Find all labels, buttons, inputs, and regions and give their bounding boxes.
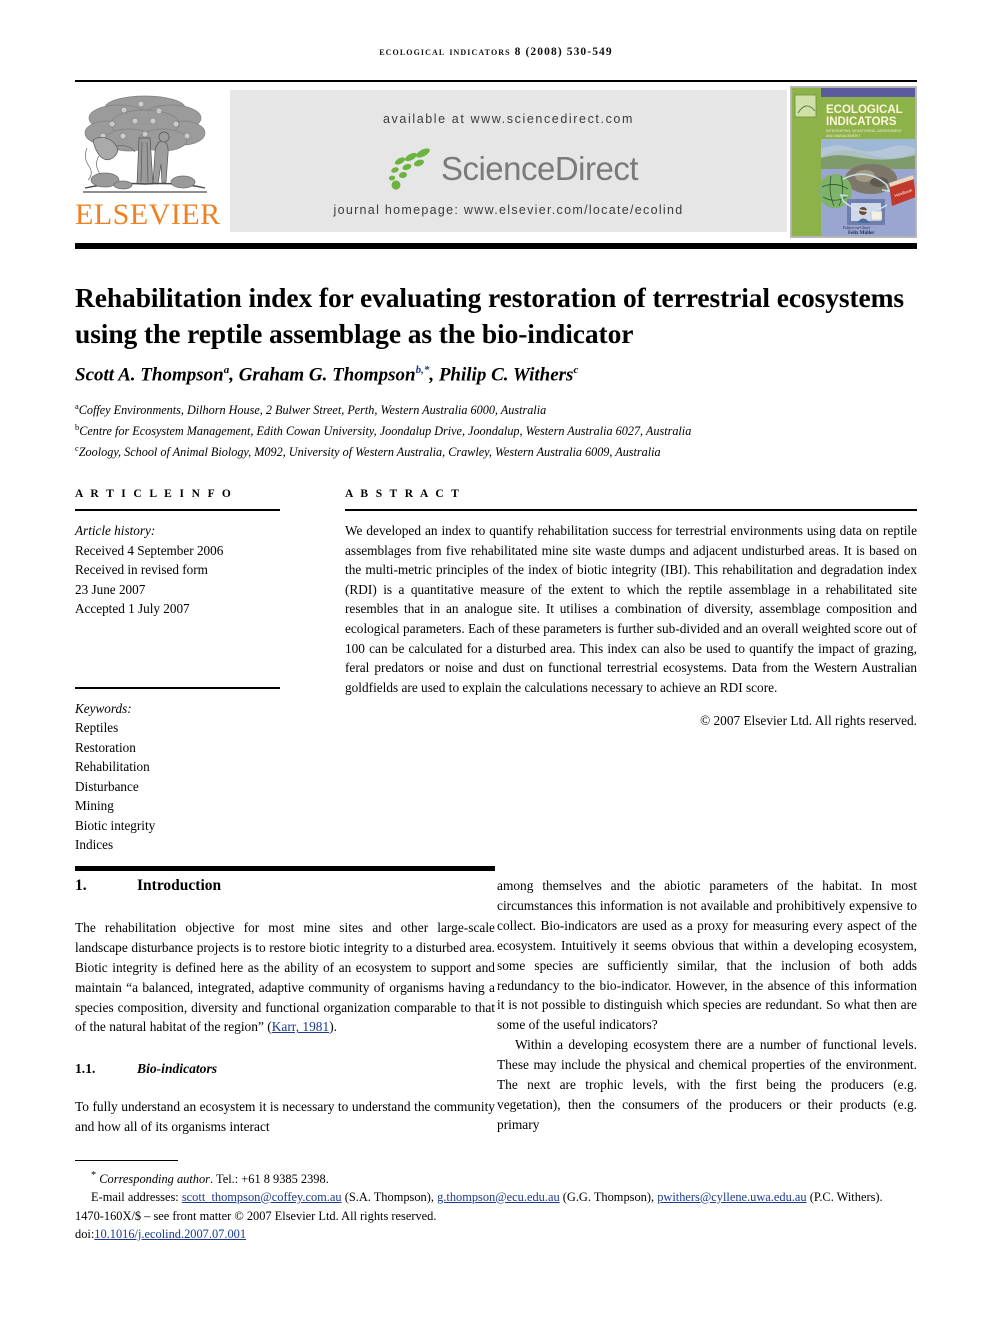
paragraph-text: The rehabilitation objective for most mi… — [75, 919, 495, 1035]
paragraph: The rehabilitation objective for most mi… — [75, 918, 495, 1037]
sciencedirect-wordmark: ScienceDirect — [440, 150, 639, 187]
paragraph: To fully understand an ecosystem it is n… — [75, 1099, 495, 1135]
affiliation-item: aCoffey Environments, Dilhorn House, 2 B… — [75, 398, 920, 419]
keywords-rule — [75, 686, 280, 689]
keyword-item: Indices — [75, 837, 114, 852]
svg-text:Editor-in-Chief: Editor-in-Chief — [843, 225, 871, 230]
body-column-left: 1. Introduction The rehabilitation objec… — [75, 876, 495, 1137]
elsevier-wordmark: ELSEVIER — [75, 198, 221, 231]
email-link[interactable]: g.thompson@ecu.edu.au — [437, 1190, 560, 1204]
article-history-item: Received 4 September 2006 — [75, 542, 224, 558]
svg-text:ECOLOGICAL: ECOLOGICAL — [826, 104, 903, 116]
article-info-column: A R T I C L E I N F O Article history: R… — [75, 488, 280, 855]
email-owner: (P.C. Withers). — [809, 1189, 883, 1204]
subsection-number: 1.1. — [75, 1061, 96, 1077]
author-affil-mark: c — [573, 364, 579, 376]
affiliation-item: bCentre for Ecosystem Management, Edith … — [75, 419, 920, 440]
email-owner: (G.G. Thompson), — [562, 1189, 655, 1204]
masthead-bottom-rule — [75, 243, 917, 249]
keyword-item: Disturbance — [75, 778, 139, 794]
journal-homepage-text: journal homepage: www.elsevier.com/locat… — [333, 203, 684, 217]
footnote-block: * Corresponding author. Tel.: +61 8 9385… — [75, 1167, 920, 1244]
article-history: Article history: Received 4 September 20… — [75, 521, 280, 619]
email-owner: (S.A. Thompson), — [344, 1189, 434, 1204]
paragraph-text: ). — [329, 1019, 337, 1035]
email-link[interactable]: scott_thompson@coffey.com.au — [182, 1190, 342, 1204]
body-column-right: among themselves and the abiotic paramet… — [497, 876, 917, 1135]
doi-label: doi: — [75, 1226, 95, 1241]
body-top-rule — [75, 866, 495, 871]
running-head: ECOLOGICAL INDICATORS 8 (2008) 530-549 — [379, 46, 613, 58]
author-name: Scott A. Thompson — [75, 364, 224, 386]
sciencedirect-logo: ScienceDirect — [230, 142, 787, 196]
section-number: 1. — [75, 877, 87, 894]
section-heading-1: 1. Introduction — [75, 876, 495, 896]
corresponding-author-tel: . Tel.: +61 8 9385 2398. — [210, 1172, 329, 1187]
article-history-item: Received in revised form — [75, 562, 208, 577]
author-list: Scott A. Thompsona, Graham G. Thompsonb,… — [75, 364, 579, 386]
corresponding-mark: * — [91, 1170, 97, 1181]
sciencedirect-band: available at www.sciencedirect.com Scien… — [230, 90, 787, 232]
available-at-text: available at www.sciencedirect.com — [382, 112, 634, 126]
citation-link-karr-1981[interactable]: Karr, 1981 — [272, 1019, 329, 1034]
copyright-line: © 2007 Elsevier Ltd. All rights reserved… — [700, 713, 917, 729]
article-history-item: Accepted 1 July 2007 — [75, 601, 190, 616]
abstract-column: A B S T R A C T We developed an index to… — [345, 488, 917, 729]
doi-line: doi:10.1016/j.ecolind.2007.07.001 — [75, 1226, 920, 1244]
section-title: Introduction — [137, 877, 222, 894]
keyword-item: Mining — [75, 798, 114, 813]
paragraph: among themselves and the abiotic paramet… — [497, 878, 917, 1033]
author-name: Graham G. Thompson — [238, 364, 416, 386]
article-info-rule — [75, 509, 280, 511]
article-first-page: ECOLOGICAL INDICATORS 8 (2008) 530-549 — [0, 0, 992, 1323]
author-name: Philip C. Withers — [438, 364, 574, 386]
keyword-item: Rehabilitation — [75, 759, 150, 774]
affiliation-text: Coffey Environments, Dilhorn House, 2 Bu… — [78, 403, 547, 418]
svg-text:INTEGRATING, MONITORING, ASSES: INTEGRATING, MONITORING, ASSESSMENT — [826, 129, 903, 133]
author-affil-mark: b,* — [415, 364, 430, 376]
email-label: E-mail addresses: — [91, 1189, 179, 1204]
keyword-item: Restoration — [75, 739, 136, 755]
svg-text:Felix Müller: Felix Müller — [848, 231, 875, 236]
keyword-item: Reptiles — [75, 720, 119, 735]
abstract-text: We developed an index to quantify rehabi… — [345, 523, 917, 695]
section-heading-1-1: 1.1. Bio-indicators — [75, 1059, 495, 1079]
subsection-title: Bio-indicators — [137, 1061, 218, 1077]
journal-cover-thumbnail: ECOLOGICAL INDICATORS INTEGRATING, MONIT… — [790, 86, 917, 238]
journal-cover-art: ECOLOGICAL INDICATORS INTEGRATING, MONIT… — [791, 87, 916, 237]
affiliation-text: Zoology, School of Animal Biology, M092,… — [78, 444, 661, 459]
doi-link[interactable]: 10.1016/j.ecolind.2007.07.001 — [94, 1227, 246, 1241]
paragraph: Within a developing ecosystem there are … — [497, 1037, 917, 1132]
elsevier-logo: ELSEVIER — [75, 86, 221, 236]
keywords-label: Keywords: — [75, 700, 132, 716]
affiliation-list: aCoffey Environments, Dilhorn House, 2 B… — [75, 398, 920, 461]
author-affil-mark: a — [223, 364, 230, 376]
article-history-item: 23 June 2007 — [75, 581, 146, 597]
corresponding-author-note: * Corresponding author. Tel.: +61 8 9385… — [75, 1167, 920, 1189]
email-link[interactable]: pwithers@cyllene.uwa.edu.au — [657, 1190, 806, 1204]
affiliation-text: Centre for Ecosystem Management, Edith C… — [79, 423, 692, 438]
svg-text:AND MANAGEMENT: AND MANAGEMENT — [826, 134, 861, 138]
abstract-heading: A B S T R A C T — [345, 488, 462, 500]
email-addresses-note: E-mail addresses: scott_thompson@coffey.… — [75, 1189, 920, 1207]
elsevier-tree-icon — [83, 95, 207, 193]
corresponding-author-label: Corresponding author — [99, 1172, 211, 1187]
footnote-rule — [75, 1160, 178, 1161]
article-info-heading: A R T I C L E I N F O — [75, 488, 234, 500]
svg-text:INDICATORS: INDICATORS — [826, 116, 897, 128]
keywords-list: Keywords: Reptiles Restoration Rehabilit… — [75, 699, 280, 855]
abstract-rule — [345, 509, 917, 511]
affiliation-item: cZoology, School of Animal Biology, M092… — [75, 440, 920, 461]
sciencedirect-swoosh-icon — [388, 148, 430, 190]
header-rule — [75, 80, 917, 82]
front-matter-line: 1470-160X/$ – see front matter © 2007 El… — [75, 1209, 437, 1224]
masthead: ELSEVIER available at www.sciencedirect.… — [75, 86, 917, 238]
keyword-item: Biotic integrity — [75, 817, 156, 833]
page-title: Rehabilitation index for evaluating rest… — [75, 282, 905, 350]
article-history-label: Article history: — [75, 523, 156, 538]
